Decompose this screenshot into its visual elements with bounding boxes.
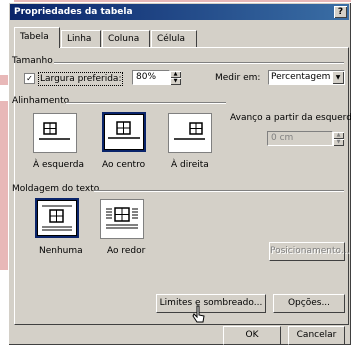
title-bar: Propriedades da tabela ? bbox=[10, 4, 349, 20]
tab-celula-label: Célula bbox=[157, 34, 186, 44]
preferred-width-label: Largura preferida: bbox=[38, 72, 124, 86]
align-right-option[interactable] bbox=[168, 113, 212, 153]
wrap-around-icon bbox=[106, 207, 138, 229]
window-title: Propriedades da tabela bbox=[14, 7, 133, 17]
tab-celula[interactable]: Célula bbox=[151, 30, 197, 47]
measure-select-value: Percentagem bbox=[271, 72, 331, 82]
measure-select[interactable]: Percentagem ▼ bbox=[268, 70, 345, 85]
alinhamento-separator bbox=[66, 102, 226, 104]
measure-label: Medir em: bbox=[215, 73, 261, 83]
preferred-width-input[interactable]: 80% bbox=[132, 70, 170, 85]
tab-linha[interactable]: Linha bbox=[61, 30, 101, 47]
help-button[interactable]: ? bbox=[334, 6, 347, 18]
ok-button[interactable]: OK bbox=[223, 326, 281, 345]
align-left-caption: À esquerda bbox=[33, 160, 84, 170]
tamanho-group-label: Tamanho bbox=[12, 56, 53, 66]
mouse-cursor-icon bbox=[192, 305, 205, 323]
align-center-option[interactable] bbox=[102, 112, 146, 152]
align-right-icon bbox=[174, 122, 205, 140]
indent-input[interactable]: 0 cm bbox=[267, 131, 333, 146]
indent-spin-down[interactable]: ▼ bbox=[333, 139, 344, 146]
chevron-down-icon: ▼ bbox=[332, 71, 344, 84]
moldagem-separator bbox=[94, 190, 344, 192]
wrap-none-option[interactable] bbox=[35, 198, 79, 238]
table-properties-dialog: Propriedades da tabela ? Tabela Linha Co… bbox=[8, 2, 351, 345]
wrap-none-icon bbox=[42, 205, 72, 231]
indent-label: Avanço a partir da esquerda: bbox=[230, 113, 351, 123]
wrap-around-option[interactable] bbox=[100, 199, 144, 239]
preferred-width-spin-down[interactable]: ▼ bbox=[170, 78, 181, 85]
preferred-width-spin-up[interactable]: ▲ bbox=[170, 71, 181, 78]
wrap-none-caption: Nenhuma bbox=[39, 246, 83, 256]
cancel-button[interactable]: Cancelar bbox=[288, 326, 345, 345]
tab-linha-label: Linha bbox=[67, 34, 92, 44]
borders-shading-button[interactable]: Limites e sombreado... bbox=[156, 294, 266, 313]
position-button[interactable]: Posicionamento... bbox=[269, 242, 349, 261]
wrap-around-caption: Ao redor bbox=[107, 246, 146, 256]
indent-spin-up[interactable]: ▲ bbox=[333, 132, 344, 139]
options-button[interactable]: Opções... bbox=[273, 294, 345, 313]
tamanho-separator bbox=[54, 62, 344, 64]
tab-tabela[interactable]: Tabela bbox=[14, 27, 60, 48]
moldagem-group-label: Moldagem do texto bbox=[12, 184, 100, 194]
alinhamento-group-label: Alinhamento bbox=[12, 96, 70, 106]
preferred-width-checkbox[interactable]: ✓ bbox=[24, 73, 35, 84]
align-center-caption: Ao centro bbox=[102, 160, 146, 170]
tab-coluna-label: Coluna bbox=[108, 34, 140, 44]
align-left-icon bbox=[39, 122, 70, 140]
align-left-option[interactable] bbox=[33, 113, 77, 153]
align-right-caption: À direita bbox=[171, 160, 209, 170]
align-center-icon bbox=[108, 121, 140, 139]
tab-tabela-label: Tabela bbox=[20, 32, 49, 42]
tab-coluna[interactable]: Coluna bbox=[102, 30, 150, 47]
